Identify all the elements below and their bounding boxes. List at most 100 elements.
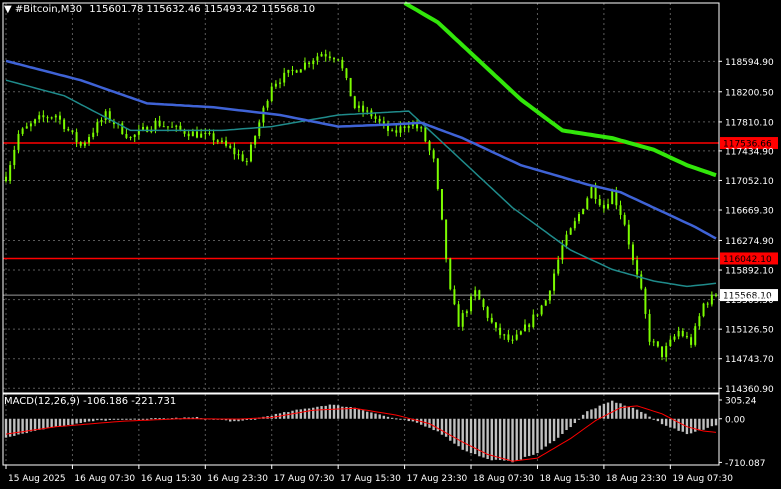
macd-histogram-bar: [33, 418, 37, 431]
macd-histogram-bar: [577, 418, 581, 420]
candle-body: [92, 132, 95, 137]
candle-body: [262, 107, 265, 123]
time-tick-label: 19 Aug 07:30: [672, 474, 733, 484]
candle-body: [486, 307, 489, 318]
price-level-label: 116042.10: [723, 255, 772, 265]
macd-histogram-bar: [581, 414, 585, 419]
macd-histogram-bar: [515, 418, 518, 461]
candle-body: [490, 317, 493, 323]
candle-body: [366, 110, 369, 112]
candle-body: [154, 120, 157, 130]
candle-body: [474, 290, 477, 297]
candle-body: [548, 290, 551, 301]
candle-body: [283, 72, 286, 83]
candle-body: [440, 189, 443, 220]
candle-body: [615, 190, 618, 206]
macd-histogram-bar: [58, 418, 62, 427]
candle-body: [598, 199, 601, 206]
candle-body: [652, 341, 655, 343]
time-tick-label: 16 Aug 07:30: [74, 474, 135, 484]
candle-body: [254, 136, 257, 145]
macd-histogram-bar: [469, 418, 473, 454]
price-tick-label: 117052.10: [725, 177, 774, 187]
candle-body: [374, 116, 377, 119]
macd-histogram-bar: [50, 418, 53, 428]
macd-histogram-bar: [714, 418, 718, 426]
candle-body: [133, 134, 136, 138]
candle-body: [677, 330, 680, 337]
macd-histogram-bar: [374, 413, 377, 419]
macd-histogram-bar: [133, 418, 136, 420]
macd-signal-value: -221.731: [131, 396, 177, 407]
macd-histogram-bar: [656, 418, 660, 422]
macd-histogram-bar: [644, 413, 647, 419]
macd-histogram-bar: [121, 418, 124, 420]
candle-body: [191, 131, 194, 137]
candle-body: [25, 126, 28, 129]
macd-histogram-bar: [108, 418, 112, 420]
candle-body: [349, 77, 352, 97]
macd-histogram-bar: [75, 418, 78, 424]
macd-histogram-bar: [328, 404, 332, 419]
macd-histogram-bar: [67, 418, 70, 425]
candle-body: [424, 127, 427, 142]
candle-body: [453, 289, 456, 305]
close-price: 115568.10: [261, 4, 316, 15]
candle-body: [266, 100, 269, 108]
macd-histogram-bar: [158, 418, 161, 420]
macd-histogram-bar: [465, 418, 469, 452]
macd-histogram-bar: [527, 418, 531, 457]
macd-histogram-bar: [461, 418, 464, 450]
candle-body: [702, 303, 705, 317]
candle-body: [532, 314, 535, 328]
candle-body: [187, 133, 190, 137]
candle-body: [295, 70, 298, 73]
macd-histogram-bar: [395, 418, 398, 420]
macd-histogram-bar: [386, 416, 390, 419]
macd-histogram-bar: [150, 418, 153, 420]
macd-histogram-bar: [357, 409, 361, 419]
chevron-down-icon[interactable]: ▼: [4, 4, 12, 15]
candle-body: [449, 258, 452, 290]
candle-body: [627, 224, 630, 245]
candle-body: [299, 69, 302, 73]
candle-body: [644, 288, 647, 314]
candle-body: [582, 208, 585, 215]
macd-histogram-bar: [640, 411, 643, 419]
macd-histogram-bar: [104, 418, 107, 421]
candle-body: [258, 122, 261, 137]
candle-body: [436, 158, 439, 190]
candle-body: [706, 303, 709, 305]
macd-histogram-bar: [62, 418, 66, 426]
macd-histogram-bar: [407, 418, 410, 422]
candle-body: [656, 341, 659, 347]
macd-histogram-bar: [29, 418, 33, 432]
candle-body: [607, 204, 610, 209]
price-tick-label: 115892.10: [725, 267, 774, 277]
macd-histogram-bar: [598, 405, 601, 419]
macd-histogram-bar: [660, 418, 664, 425]
symbol-label: #Bitcoin,M30: [14, 4, 83, 15]
macd-histogram-bar: [316, 406, 319, 419]
macd-histogram-bar: [503, 418, 506, 461]
candle-body: [382, 121, 385, 124]
candle-body: [515, 334, 518, 340]
macd-histogram-bar: [96, 418, 99, 421]
time-tick-label: 17 Aug 15:30: [340, 474, 401, 484]
macd-histogram-bar: [523, 418, 527, 457]
candle-body: [142, 126, 145, 130]
macd-histogram-bar: [390, 417, 394, 419]
candle-body: [395, 130, 398, 133]
macd-histogram-bar: [312, 407, 315, 419]
time-tick-label: 17 Aug 23:30: [407, 474, 468, 484]
candle-body: [403, 126, 406, 129]
candle-body: [669, 339, 672, 346]
candle-body: [432, 150, 435, 159]
time-tick-label: 18 Aug 23:30: [606, 474, 667, 484]
candle-body: [357, 105, 360, 108]
macd-histogram-bar: [677, 418, 680, 431]
candle-body: [685, 336, 688, 338]
price-chart[interactable]: 117536.66116042.10115568.10118594.901182…: [0, 0, 781, 489]
macd-histogram-bar: [689, 418, 693, 434]
candle-body: [58, 115, 61, 120]
